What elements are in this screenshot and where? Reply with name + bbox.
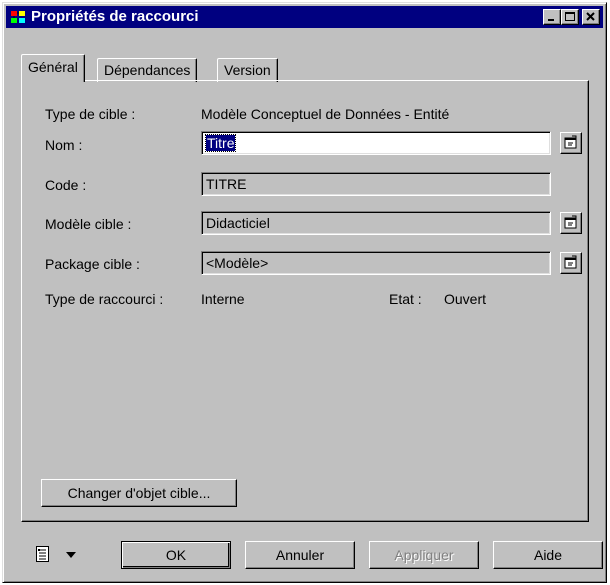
type-raccourci-value: Interne <box>201 291 245 307</box>
appliquer-label: Appliquer <box>394 547 454 563</box>
nom-field[interactable]: Titre <box>201 131 551 155</box>
menu-list-button[interactable] <box>29 541 89 569</box>
etat-value: Ouvert <box>444 291 487 307</box>
properties-icon <box>564 255 577 269</box>
tab-dependances-label: Dépendances <box>104 62 191 78</box>
type-cible-label: Type de cible : <box>45 106 136 122</box>
close-button[interactable] <box>582 9 600 25</box>
maximize-icon <box>565 12 575 21</box>
modele-cible-value: Didacticiel <box>206 215 270 231</box>
annuler-button[interactable]: Annuler <box>245 541 355 569</box>
ok-button[interactable]: OK <box>121 541 231 569</box>
modele-cible-label: Modèle cible : <box>45 216 132 232</box>
modele-cible-field[interactable]: Didacticiel <box>201 211 551 235</box>
package-cible-value: <Modèle> <box>206 255 269 271</box>
tab-dependances[interactable]: Dépendances <box>97 58 198 82</box>
aide-button[interactable]: Aide <box>493 541 603 569</box>
etat-label: Etat : <box>389 291 422 307</box>
tab-general[interactable]: Général <box>21 54 85 82</box>
code-value: TITRE <box>206 176 247 192</box>
maximize-button[interactable] <box>561 9 579 25</box>
nom-properties-button[interactable] <box>560 132 582 154</box>
window-title: Propriétés de raccourci <box>31 8 199 25</box>
code-label: Code : <box>45 177 87 193</box>
title-bar[interactable]: Propriétés de raccourci <box>6 6 603 28</box>
nom-label: Nom : <box>45 137 83 153</box>
app-icon <box>11 11 25 23</box>
package-properties-button[interactable] <box>560 252 582 274</box>
code-field[interactable]: TITRE <box>201 172 551 196</box>
nom-value: Titre <box>204 134 237 152</box>
ok-label: OK <box>165 547 187 563</box>
tab-version[interactable]: Version <box>217 58 278 82</box>
type-raccourci-label: Type de raccourci : <box>45 291 164 307</box>
dropdown-arrow-icon <box>66 552 76 558</box>
properties-dialog: Propriétés de raccourci Général Dépendan… <box>2 2 607 583</box>
appliquer-button[interactable]: Appliquer <box>369 541 479 569</box>
properties-icon <box>564 135 577 149</box>
tab-general-label: Général <box>28 59 78 75</box>
changer-objet-cible-button[interactable]: Changer d'objet cible... <box>41 479 237 507</box>
changer-objet-cible-label: Changer d'objet cible... <box>67 485 211 501</box>
close-icon <box>586 12 595 21</box>
aide-label: Aide <box>533 547 563 563</box>
minimize-icon <box>548 19 554 21</box>
properties-icon <box>564 215 577 229</box>
minimize-button[interactable] <box>543 9 561 25</box>
menu-list-icon <box>36 546 49 562</box>
package-cible-field[interactable]: <Modèle> <box>201 251 551 275</box>
modele-properties-button[interactable] <box>560 212 582 234</box>
tab-version-label: Version <box>224 62 271 78</box>
package-cible-label: Package cible : <box>45 256 140 272</box>
annuler-label: Annuler <box>275 547 325 563</box>
type-cible-value: Modèle Conceptuel de Données - Entité <box>201 106 450 122</box>
